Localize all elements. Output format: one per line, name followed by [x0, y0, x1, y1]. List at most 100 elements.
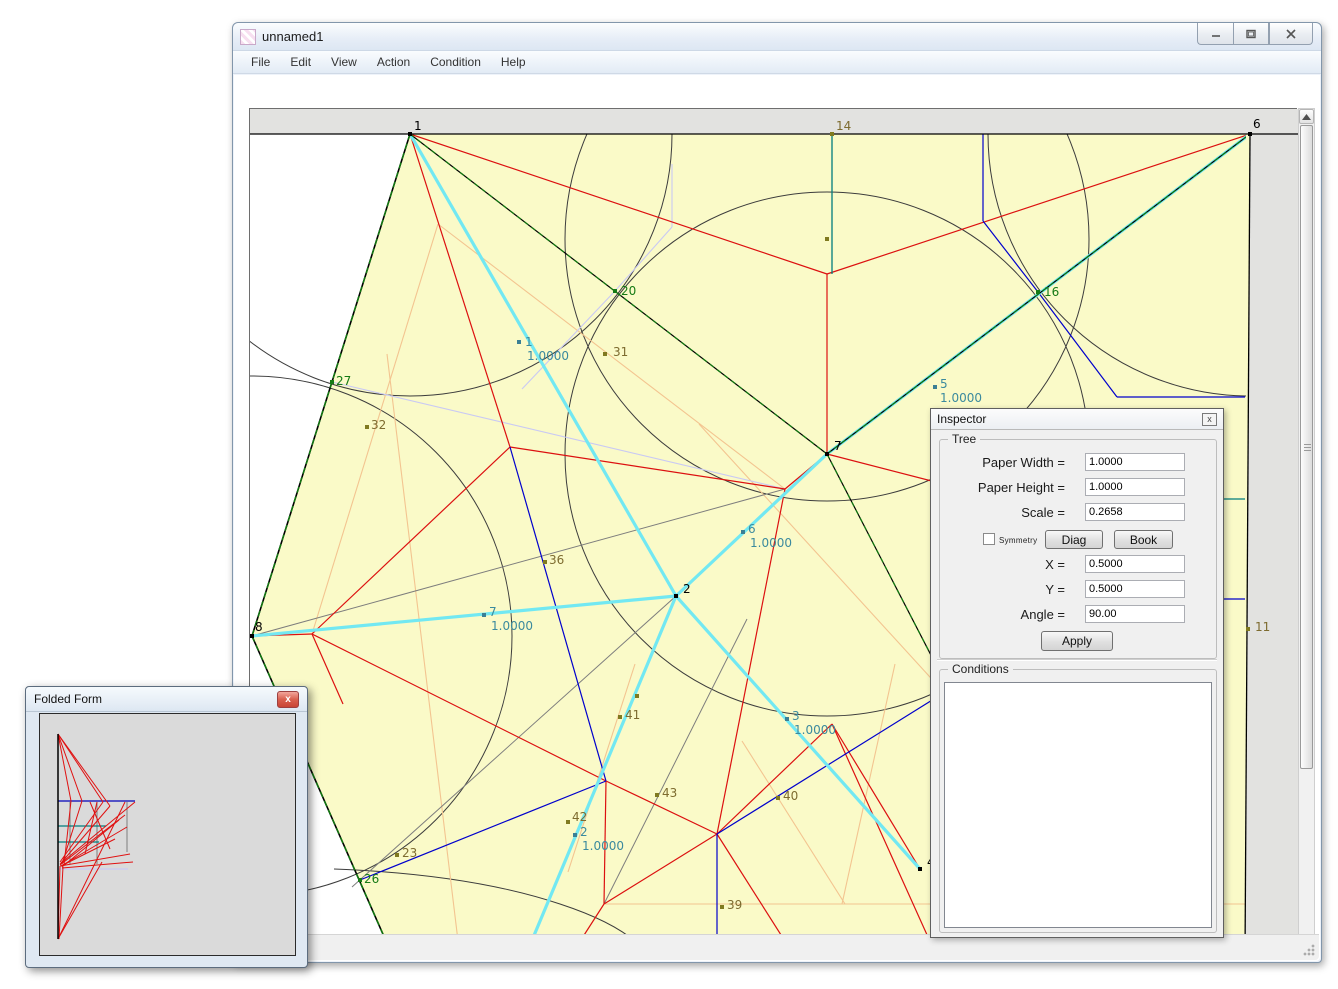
scale-field[interactable]	[1085, 503, 1185, 521]
folded-form-window: Folded Form x	[25, 686, 308, 968]
menu-action[interactable]: Action	[367, 52, 420, 72]
edge-length-label: 1	[525, 335, 533, 349]
main-titlebar[interactable]: unnamed1	[233, 23, 1321, 51]
vertex-label-olive: 11	[1255, 620, 1270, 634]
angle-field[interactable]	[1085, 605, 1185, 623]
folded-form-title: Folded Form	[34, 692, 102, 706]
vertex-label: 1	[414, 119, 422, 133]
diag-button-label: Diag	[1062, 533, 1087, 547]
axial-label-dot	[573, 833, 577, 837]
folded-form-canvas[interactable]	[39, 713, 296, 956]
menu-help[interactable]: Help	[491, 52, 536, 72]
scale-row: Scale =	[939, 503, 1217, 521]
edge-midpoint-dot	[655, 793, 659, 797]
close-icon	[1285, 29, 1297, 39]
inspector-separator	[937, 659, 1217, 660]
conditions-listbox[interactable]	[944, 682, 1212, 928]
x-field[interactable]	[1085, 555, 1185, 573]
x-label: X =	[1045, 557, 1065, 572]
edge-length-label: 1.0000	[794, 723, 836, 737]
menu-edit[interactable]: Edit	[280, 52, 321, 72]
edge-length-label: 1.0000	[940, 391, 982, 405]
window-title: unnamed1	[262, 29, 323, 44]
conditions-groupbox: Conditions	[939, 669, 1217, 933]
edge-midpoint-dot	[635, 694, 639, 698]
maximize-button[interactable]	[1233, 23, 1269, 45]
edge-midpoint-dot	[543, 560, 547, 564]
menu-condition[interactable]: Condition	[420, 52, 491, 72]
book-button-label: Book	[1130, 533, 1157, 547]
tree-group-label: Tree	[948, 432, 980, 446]
angle-label: Angle =	[1021, 607, 1065, 622]
edge-midpoint-dot	[365, 425, 369, 429]
menubar: FileEditViewActionConditionHelp	[233, 51, 1321, 74]
maximize-icon	[1245, 29, 1257, 39]
book-button[interactable]: Book	[1114, 530, 1173, 549]
vertical-scrollbar[interactable]	[1298, 108, 1315, 956]
app-icon	[240, 29, 256, 45]
vertex-label-olive: 42	[572, 810, 587, 824]
edge-length-label: 7	[489, 605, 497, 619]
edge-midpoint-dot	[825, 237, 829, 241]
selected-vertex-dot	[613, 289, 617, 293]
inspector-window: Inspector x Tree Paper Width = Paper Hei…	[930, 408, 1224, 938]
edge-length-label: 1.0000	[750, 536, 792, 550]
axial-label-dot	[933, 385, 937, 389]
menu-view[interactable]: View	[321, 52, 367, 72]
axial-label-dot	[482, 613, 486, 617]
offpaper-top	[250, 109, 1298, 134]
vertex-label: 2	[683, 582, 691, 596]
apply-button-label: Apply	[1062, 634, 1092, 648]
minimize-button[interactable]	[1197, 23, 1233, 45]
diag-button[interactable]: Diag	[1045, 530, 1103, 549]
edge-length-label: 6	[748, 522, 756, 536]
edge-length-label: 1.0000	[527, 349, 569, 363]
vertex-label-olive: 36	[549, 553, 564, 567]
angle-row: Angle =	[939, 605, 1217, 623]
scrollbar-thumb[interactable]	[1300, 125, 1313, 769]
minimize-icon	[1210, 29, 1222, 39]
vertex-label-green: 20	[621, 284, 636, 298]
apply-button[interactable]: Apply	[1041, 631, 1113, 651]
close-button[interactable]	[1269, 23, 1313, 45]
symmetry-checkbox[interactable]	[983, 533, 995, 545]
folded-form-close-button[interactable]: x	[277, 691, 299, 708]
selected-vertex-dot	[330, 380, 334, 384]
y-field[interactable]	[1085, 580, 1185, 598]
edge-midpoint-dot	[603, 352, 607, 356]
vertex-label-olive: 43	[662, 786, 677, 800]
paper-height-row: Paper Height =	[939, 478, 1217, 496]
resize-grip[interactable]	[1302, 943, 1315, 956]
inspector-close-button[interactable]: x	[1202, 413, 1217, 426]
edge-midpoint-dot	[618, 715, 622, 719]
vertex-dot	[250, 634, 254, 638]
vertex-label: 7	[834, 439, 842, 453]
paper-width-row: Paper Width =	[939, 453, 1217, 471]
edge-midpoint-dot	[720, 905, 724, 909]
paper-height-field[interactable]	[1085, 478, 1185, 496]
vertex-label-olive: 23	[402, 846, 417, 860]
edge-length-label: 5	[940, 377, 948, 391]
vertex-label-olive: 40	[783, 789, 798, 803]
scrollbar-grip	[1304, 447, 1311, 448]
vertex-dot	[825, 452, 829, 456]
vertex-dot	[408, 132, 412, 136]
vertex-label-olive: 31	[613, 345, 628, 359]
vertex-label: 6	[1253, 117, 1261, 131]
paper-height-label: Paper Height =	[978, 480, 1065, 495]
vertex-label-olive: 39	[727, 898, 742, 912]
y-row: Y =	[939, 580, 1217, 598]
folded-form-titlebar[interactable]: Folded Form x	[26, 687, 307, 712]
inspector-titlebar[interactable]: Inspector x	[931, 409, 1223, 430]
edge-midpoint-dot	[1246, 627, 1250, 631]
vertex-label-green: 26	[364, 872, 379, 886]
scroll-up-button[interactable]	[1299, 109, 1314, 124]
vertex-dot	[1248, 132, 1252, 136]
menu-file[interactable]: File	[241, 52, 280, 72]
y-label: Y =	[1045, 582, 1065, 597]
edge-midpoint-dot	[395, 853, 399, 857]
caption-buttons	[1197, 23, 1313, 45]
scale-label: Scale =	[1021, 505, 1065, 520]
paper-width-field[interactable]	[1085, 453, 1185, 471]
paper-width-label: Paper Width =	[982, 455, 1065, 470]
